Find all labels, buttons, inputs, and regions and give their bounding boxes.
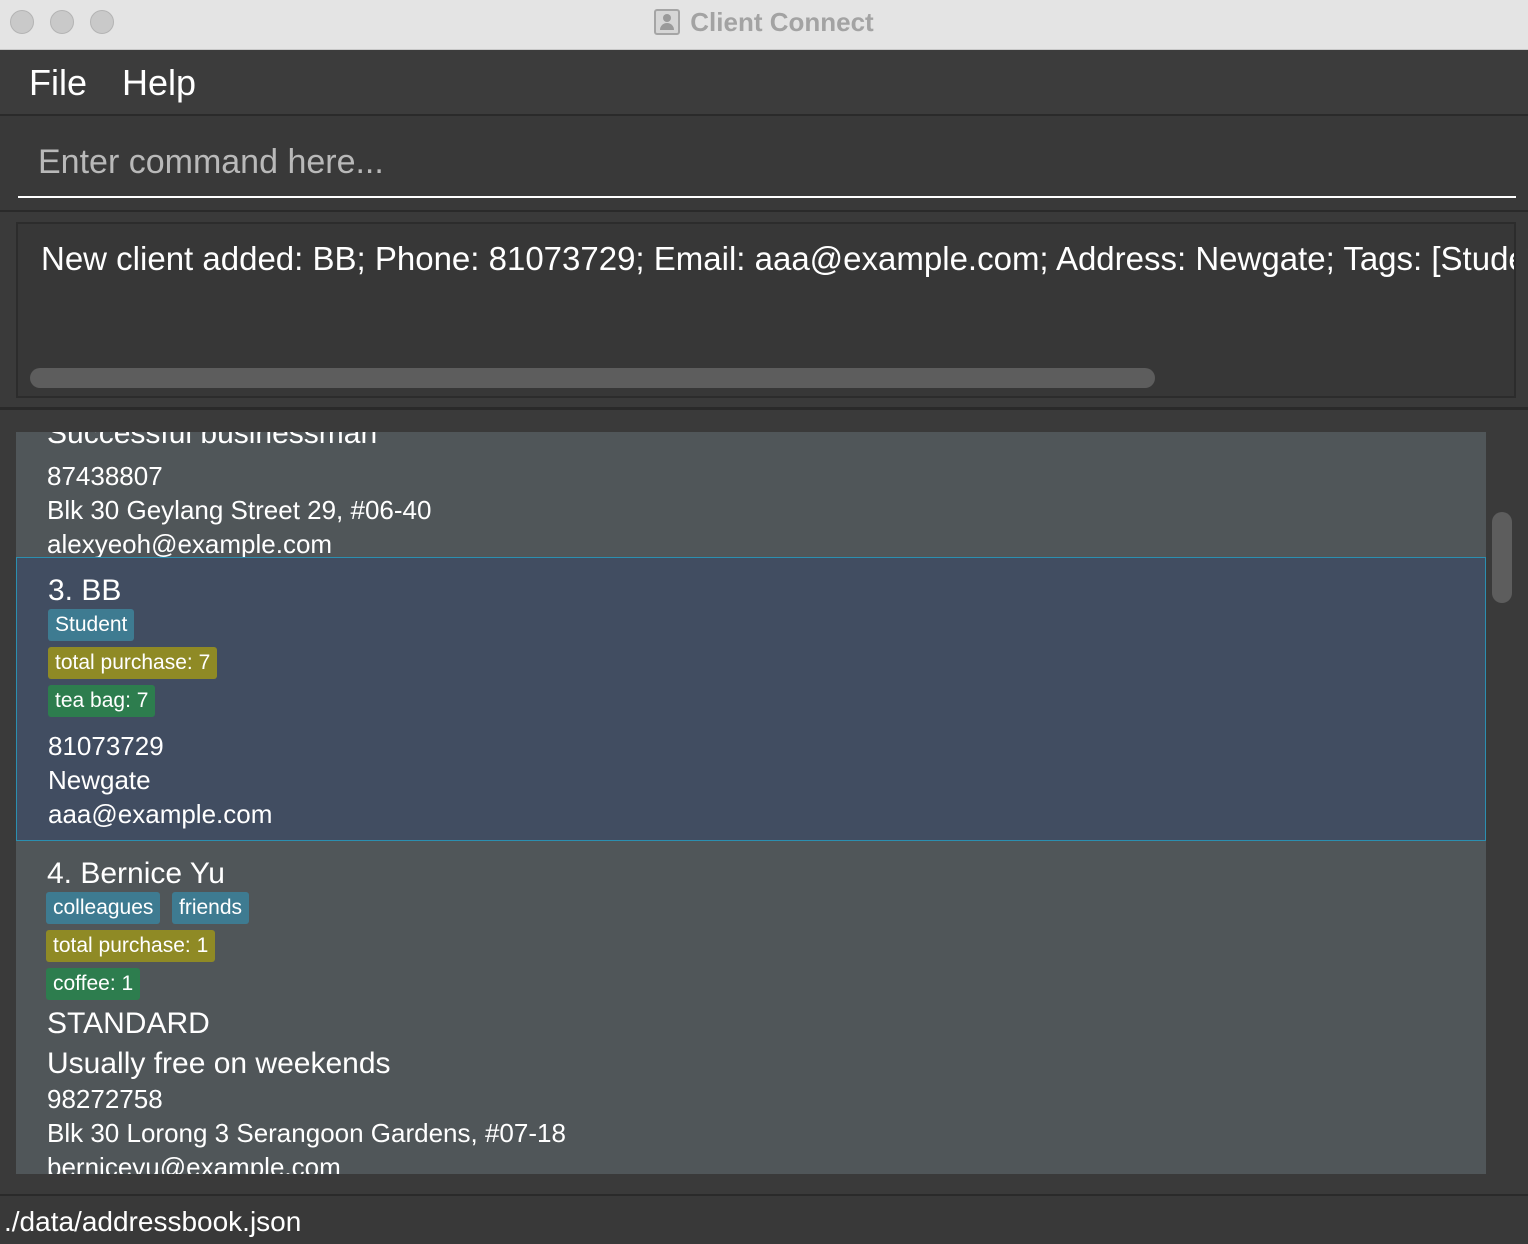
client-card-bernice[interactable]: 4. Bernice Yu colleagues friends total p…	[16, 841, 1486, 1174]
tag-friends: friends	[172, 892, 250, 924]
menu-file[interactable]: File	[29, 62, 87, 104]
window-title: Client Connect	[690, 6, 874, 37]
client-membership: STANDARD	[47, 1007, 210, 1040]
status-bar: ./data/addressbook.json	[0, 1194, 1528, 1244]
client-name: 4. Bernice Yu	[47, 857, 225, 890]
menu-bar: File Help	[0, 50, 1528, 116]
client-email: aaa@example.com	[48, 799, 273, 829]
result-display-panel: New client added: BB; Phone: 81073729; E…	[0, 212, 1528, 410]
result-horizontal-scrollbar[interactable]	[30, 368, 1155, 388]
client-address: Blk 30 Lorong 3 Serangoon Gardens, #07-1…	[47, 1118, 566, 1148]
client-list[interactable]: Successful businessman 87438807 Blk 30 G…	[16, 432, 1486, 1174]
client-list-panel: Successful businessman 87438807 Blk 30 G…	[0, 412, 1528, 1194]
command-box	[0, 116, 1528, 212]
client-phone: 87438807	[47, 461, 163, 491]
result-message: New client added: BB; Phone: 81073729; E…	[41, 240, 1516, 277]
window-title-group: Client Connect	[0, 0, 1528, 44]
command-input[interactable]	[18, 128, 1516, 198]
contact-card-icon	[654, 9, 681, 35]
client-address: Blk 30 Geylang Street 29, #06-40	[47, 495, 432, 525]
total-purchase-tag: total purchase: 7	[48, 647, 218, 679]
menu-help[interactable]: Help	[122, 62, 196, 104]
client-phone: 98272758	[47, 1084, 163, 1114]
client-note: Usually free on weekends	[47, 1047, 391, 1080]
client-name: 3. BB	[48, 574, 122, 607]
client-email: alexyeoh@example.com	[47, 529, 333, 559]
client-address: Newgate	[48, 765, 151, 795]
tag-colleagues: colleagues	[46, 892, 161, 924]
client-card-bb[interactable]: 3. BB Student total purchase: 7 tea bag:…	[16, 557, 1486, 841]
product-tag: tea bag: 7	[48, 685, 156, 717]
tag-student: Student	[48, 609, 135, 641]
total-purchase-tag: total purchase: 1	[46, 930, 216, 962]
title-bar: Client Connect	[0, 0, 1528, 50]
client-list-scrollbar[interactable]	[1492, 512, 1512, 603]
client-card-alex[interactable]: Successful businessman 87438807 Blk 30 G…	[16, 432, 1486, 559]
result-display: New client added: BB; Phone: 81073729; E…	[16, 222, 1516, 398]
save-file-path: ./data/addressbook.json	[4, 1206, 302, 1237]
client-note: Successful businessman	[47, 432, 378, 450]
client-email: berniceyu@example.com	[47, 1152, 341, 1174]
product-tag: coffee: 1	[46, 968, 141, 1000]
client-phone: 81073729	[48, 731, 164, 761]
